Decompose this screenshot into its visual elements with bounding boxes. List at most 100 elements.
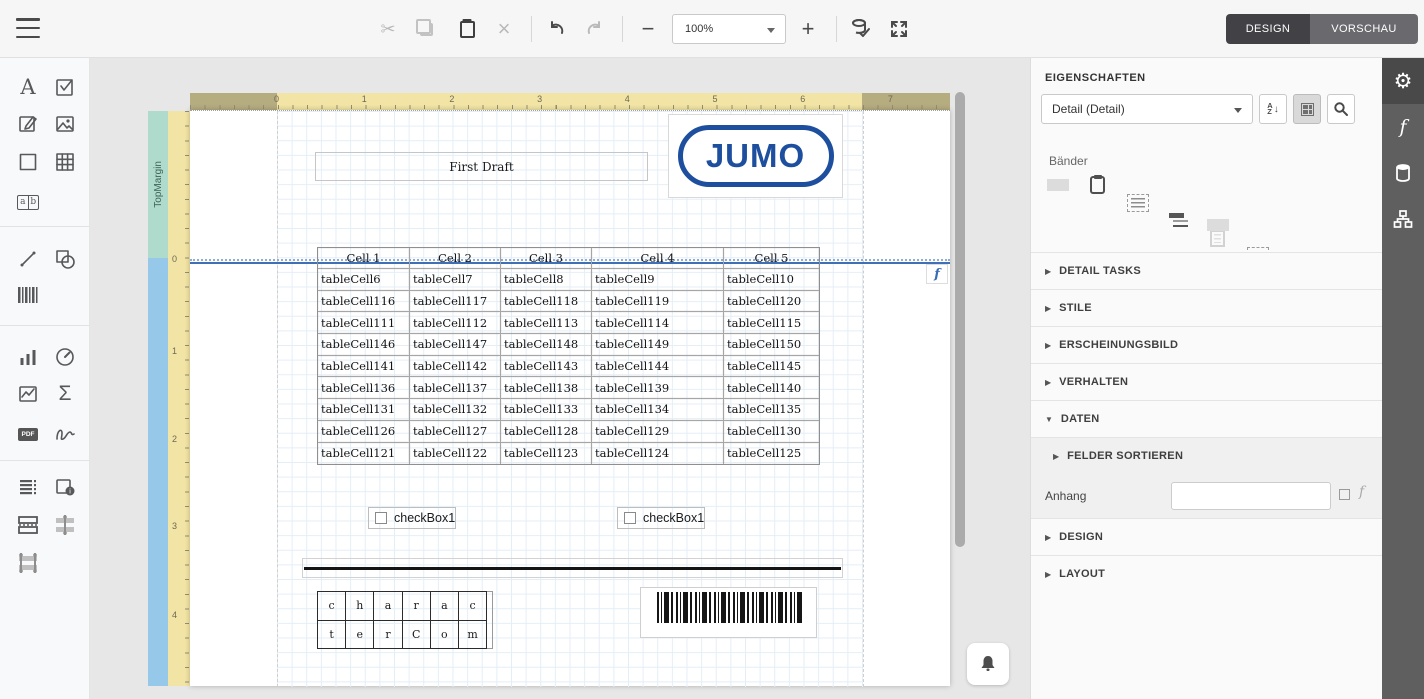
preview-tab[interactable]: VORSCHAU [1310,14,1418,44]
copy-icon[interactable] [411,14,441,44]
table-cell[interactable]: tableCell126 [318,421,410,443]
comb-cell[interactable]: m [458,620,487,650]
table-cell[interactable]: tableCell125 [724,443,819,465]
anhang-checkbox[interactable] [1339,489,1350,500]
table-cell[interactable]: tableCell128 [501,421,592,443]
topmargin-band-strip[interactable]: TopMargin [148,111,168,258]
table-cell[interactable]: tableCell142 [410,356,501,378]
table-tool-icon[interactable] [50,147,80,177]
design-tab[interactable]: DESIGN [1226,14,1310,44]
cross-band-box-tool-icon[interactable] [13,548,43,578]
table-cell[interactable]: tableCell121 [318,443,410,465]
fullscreen-icon[interactable] [884,14,914,44]
band-stacked-icon[interactable] [1167,212,1189,230]
comb-cell[interactable]: c [458,591,487,621]
section-erscheinungsbild[interactable]: ▶ERSCHEINUNGSBILD [1031,326,1383,363]
anhang-input[interactable] [1171,482,1331,510]
comb-cell[interactable]: o [430,620,459,650]
table-cell[interactable]: tableCell9 [592,269,724,291]
redo-icon[interactable] [579,14,609,44]
label-tool-icon[interactable]: A [13,72,43,102]
table-cell[interactable]: tableCell120 [724,291,819,313]
barcode-element[interactable] [640,587,817,638]
band-clipboard-icon[interactable] [1090,176,1105,194]
table-header-cell[interactable]: Cell 4 [592,248,724,269]
comb-cell[interactable]: e [345,620,374,650]
element-selector-dropdown[interactable]: Detail (Detail) [1041,94,1253,124]
section-daten[interactable]: ▼DATEN [1031,400,1383,437]
table-cell[interactable]: tableCell131 [318,399,410,421]
table-cell[interactable]: tableCell115 [724,312,819,334]
zoom-out-icon[interactable]: − [633,14,663,44]
table-cell[interactable]: tableCell114 [592,312,724,334]
table-header-cell[interactable]: Cell 5 [724,248,819,269]
table-header-cell[interactable]: Cell 3 [501,248,592,269]
comb-cell[interactable]: h [345,591,374,621]
table-cell[interactable]: tableCell141 [318,356,410,378]
properties-tab[interactable]: ⚙ [1382,58,1424,104]
comb-cell[interactable]: r [402,591,431,621]
gauge-tool-icon[interactable] [50,342,80,372]
menu-icon[interactable] [16,18,40,38]
table-cell[interactable]: tableCell116 [318,291,410,313]
table-cell[interactable]: tableCell140 [724,377,819,399]
sparkline-tool-icon[interactable] [13,379,43,409]
table-cell[interactable]: tableCell143 [501,356,592,378]
barcode-tool-icon[interactable] [13,280,43,310]
undo-icon[interactable] [542,14,572,44]
page-info-tool-icon[interactable]: i [50,472,80,502]
table-cell[interactable]: tableCell117 [410,291,501,313]
table-cell[interactable]: tableCell112 [410,312,501,334]
table-cell[interactable]: tableCell136 [318,377,410,399]
report-page[interactable]: First Draft JUMO f Cell 1Cell 2Cell 3Cel… [190,110,950,686]
report-title-label[interactable]: First Draft [315,152,648,181]
detail-band-strip[interactable] [148,258,168,686]
table-cell[interactable]: tableCell135 [724,399,819,421]
character-comb-element[interactable]: characterCom [317,591,493,649]
chart-tool-icon[interactable] [13,342,43,372]
panel-tool-icon[interactable] [13,147,43,177]
comb-cell[interactable]: a [430,591,459,621]
band-expression-button[interactable]: f [926,264,948,284]
table-cell[interactable]: tableCell148 [501,334,592,356]
table-cell[interactable]: tableCell144 [592,356,724,378]
vertical-scrollbar[interactable] [955,92,965,547]
table-cell[interactable]: tableCell134 [592,399,724,421]
sort-az-button[interactable]: AZ↓ [1259,94,1287,124]
band-dashed-lines-icon[interactable] [1127,194,1149,212]
table-cell[interactable]: tableCell123 [501,443,592,465]
table-cell[interactable]: tableCell8 [501,269,592,291]
table-cell[interactable]: tableCell127 [410,421,501,443]
section-detail-tasks[interactable]: ▶DETAIL TASKS [1031,252,1383,289]
page-break-tool-icon[interactable] [13,510,43,540]
expressions-tab[interactable]: f [1382,104,1424,150]
checkbox-tool-icon[interactable] [50,72,80,102]
band-outline-icon[interactable] [1210,230,1225,247]
table-header-cell[interactable]: Cell 2 [410,248,501,269]
table-cell[interactable]: tableCell124 [592,443,724,465]
table-cell[interactable]: tableCell145 [724,356,819,378]
anhang-expression-icon[interactable]: f [1359,484,1364,500]
checkbox-element-1[interactable]: checkBox1 [368,507,456,529]
band-plain-icon[interactable] [1207,219,1229,231]
grouped-view-button[interactable] [1293,94,1321,124]
table-cell[interactable]: tableCell138 [501,377,592,399]
table-cell[interactable]: tableCell137 [410,377,501,399]
search-properties-button[interactable] [1327,94,1355,124]
section-design[interactable]: ▶DESIGN [1031,518,1383,555]
table-cell[interactable]: tableCell113 [501,312,592,334]
comb-cell[interactable]: C [402,620,431,650]
comb-cell[interactable]: r [373,620,402,650]
character-comb-tool-icon[interactable]: ab [13,187,43,217]
table-cell[interactable]: tableCell10 [724,269,819,291]
line-element[interactable] [302,558,843,578]
subreport-tool-icon[interactable] [13,472,43,502]
table-cell[interactable]: tableCell150 [724,334,819,356]
field-list-tab[interactable] [1382,150,1424,196]
section-stile[interactable]: ▶STILE [1031,289,1383,326]
band-plain-icon[interactable] [1047,179,1069,191]
table-cell[interactable]: tableCell149 [592,334,724,356]
richtext-tool-icon[interactable] [13,109,43,139]
comb-cell[interactable]: t [317,620,346,650]
signature-tool-icon[interactable] [50,419,80,449]
